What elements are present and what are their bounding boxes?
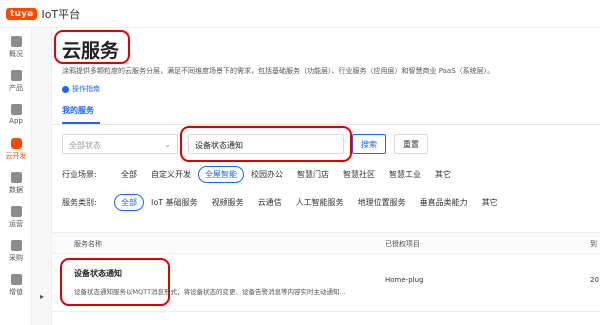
industry-chip[interactable]: 智慧门店 xyxy=(290,166,336,183)
product-icon xyxy=(10,70,22,81)
industry-filter-row: 行业场景: 全部 自定义开发 全屋智能 校园办公 智慧门店 智慧社区 智慧工业 … xyxy=(62,165,458,183)
industry-chip[interactable]: 校园办公 xyxy=(244,166,290,183)
sidebar-item-app[interactable]: App xyxy=(0,102,32,132)
sidebar-item-label: 数据 xyxy=(9,186,23,194)
industry-chip[interactable]: 自定义开发 xyxy=(144,166,198,183)
column-header-cut: 到 xyxy=(590,240,597,248)
tab-my-services[interactable]: 我的服务 xyxy=(62,105,94,116)
sidebar-item-operation[interactable]: 运营 xyxy=(0,204,32,234)
platform-name: IoT平台 xyxy=(41,7,81,21)
service-name-link[interactable]: 设备状态通知 xyxy=(74,268,122,279)
guide-label: 操作指南 xyxy=(72,85,100,93)
page-description: 涂鸦提供多颗粒度的云服务分层，满足不同维度场景下的需求，包括基础服务（功能层）、… xyxy=(62,67,495,75)
guide-link[interactable]: 操作指南 xyxy=(62,84,100,94)
industry-chip[interactable]: 其它 xyxy=(428,166,458,183)
search-button[interactable]: 搜索 xyxy=(352,134,386,154)
row-divider xyxy=(52,311,600,312)
truncated-cell-value: 20 xyxy=(590,276,599,284)
industry-chip[interactable]: 全部 xyxy=(114,166,144,183)
category-chip[interactable]: 其它 xyxy=(475,194,505,211)
cloud-dev-icon xyxy=(10,138,22,149)
sidebar-item-label: 运营 xyxy=(9,220,23,228)
operation-icon xyxy=(10,206,22,217)
sidebar-item-label: 产品 xyxy=(9,84,23,92)
category-chip[interactable]: 视频服务 xyxy=(205,194,251,211)
page-title: 云服务 xyxy=(62,40,120,62)
table-header: 服务名称 已授权项目 到 xyxy=(52,232,600,254)
search-input[interactable]: 设备状态通知 xyxy=(188,134,344,154)
sidebar-item-label: 概况 xyxy=(9,50,23,58)
sidebar: 概况 产品 App 云开发 数据 运营 采购 增值 xyxy=(0,28,32,325)
sidebar-item-label: App xyxy=(9,117,23,125)
value-added-icon xyxy=(10,274,22,285)
tab-divider xyxy=(52,124,600,125)
authorized-project-value: Home-plug xyxy=(385,276,424,284)
service-description: 设备状态通知服务以MQTT消息形式，将设备状态的变更、设备告警消息等内容实时主动… xyxy=(74,288,346,296)
app-icon xyxy=(10,104,22,115)
status-select[interactable]: 全部状态 ⌄ xyxy=(62,134,178,154)
status-select-value: 全部状态 xyxy=(69,141,101,150)
reset-button[interactable]: 重置 xyxy=(394,134,428,154)
sidebar-item-product[interactable]: 产品 xyxy=(0,68,32,98)
category-filter-row: 服务类别: 全部 IoT 基础服务 视频服务 云通信 人工智能服务 地理位置服务… xyxy=(62,193,505,211)
industry-chip[interactable]: 智慧工业 xyxy=(382,166,428,183)
sidebar-item-label: 增值 xyxy=(9,288,23,296)
category-chip[interactable]: 垂直品类能力 xyxy=(413,194,475,211)
column-header-authorized-project: 已授权项目 xyxy=(385,240,420,248)
sidebar-collapse-strip xyxy=(32,28,52,325)
sidebar-item-overview[interactable]: 概况 xyxy=(0,34,32,64)
industry-chip-active[interactable]: 全屋智能 xyxy=(198,165,244,183)
category-chip[interactable]: 地理位置服务 xyxy=(351,194,413,211)
sidebar-item-label: 云开发 xyxy=(5,152,27,160)
sidebar-item-purchase[interactable]: 采购 xyxy=(0,238,32,268)
sidebar-item-label: 采购 xyxy=(9,254,23,262)
purchase-icon xyxy=(10,240,22,251)
tuya-logo[interactable]: tuya xyxy=(6,7,38,20)
category-chip[interactable]: 人工智能服务 xyxy=(289,194,351,211)
category-filter-label: 服务类别: xyxy=(62,197,97,207)
guide-icon xyxy=(62,85,69,93)
chevron-down-icon: ⌄ xyxy=(164,140,171,149)
overview-icon xyxy=(10,36,22,47)
category-chip-active[interactable]: 全部 xyxy=(114,193,144,211)
sidebar-item-data[interactable]: 数据 xyxy=(0,170,32,200)
industry-chip[interactable]: 智慧社区 xyxy=(336,166,382,183)
data-icon xyxy=(10,172,22,183)
expand-arrow-icon[interactable]: ▸ xyxy=(40,292,44,301)
industry-filter-label: 行业场景: xyxy=(62,169,97,179)
main-content: 云服务 涂鸦提供多颗粒度的云服务分层，满足不同维度场景下的需求，包括基础服务（功… xyxy=(52,28,600,325)
sidebar-item-value-added[interactable]: 增值 xyxy=(0,272,32,302)
column-header-service-name: 服务名称 xyxy=(74,240,102,248)
annotation-ring-row xyxy=(60,258,170,306)
category-chip[interactable]: 云通信 xyxy=(251,194,289,211)
category-chip[interactable]: IoT 基础服务 xyxy=(144,194,205,211)
sidebar-item-cloud-dev[interactable]: 云开发 xyxy=(0,136,32,166)
top-bar: tuya IoT平台 xyxy=(0,0,600,28)
